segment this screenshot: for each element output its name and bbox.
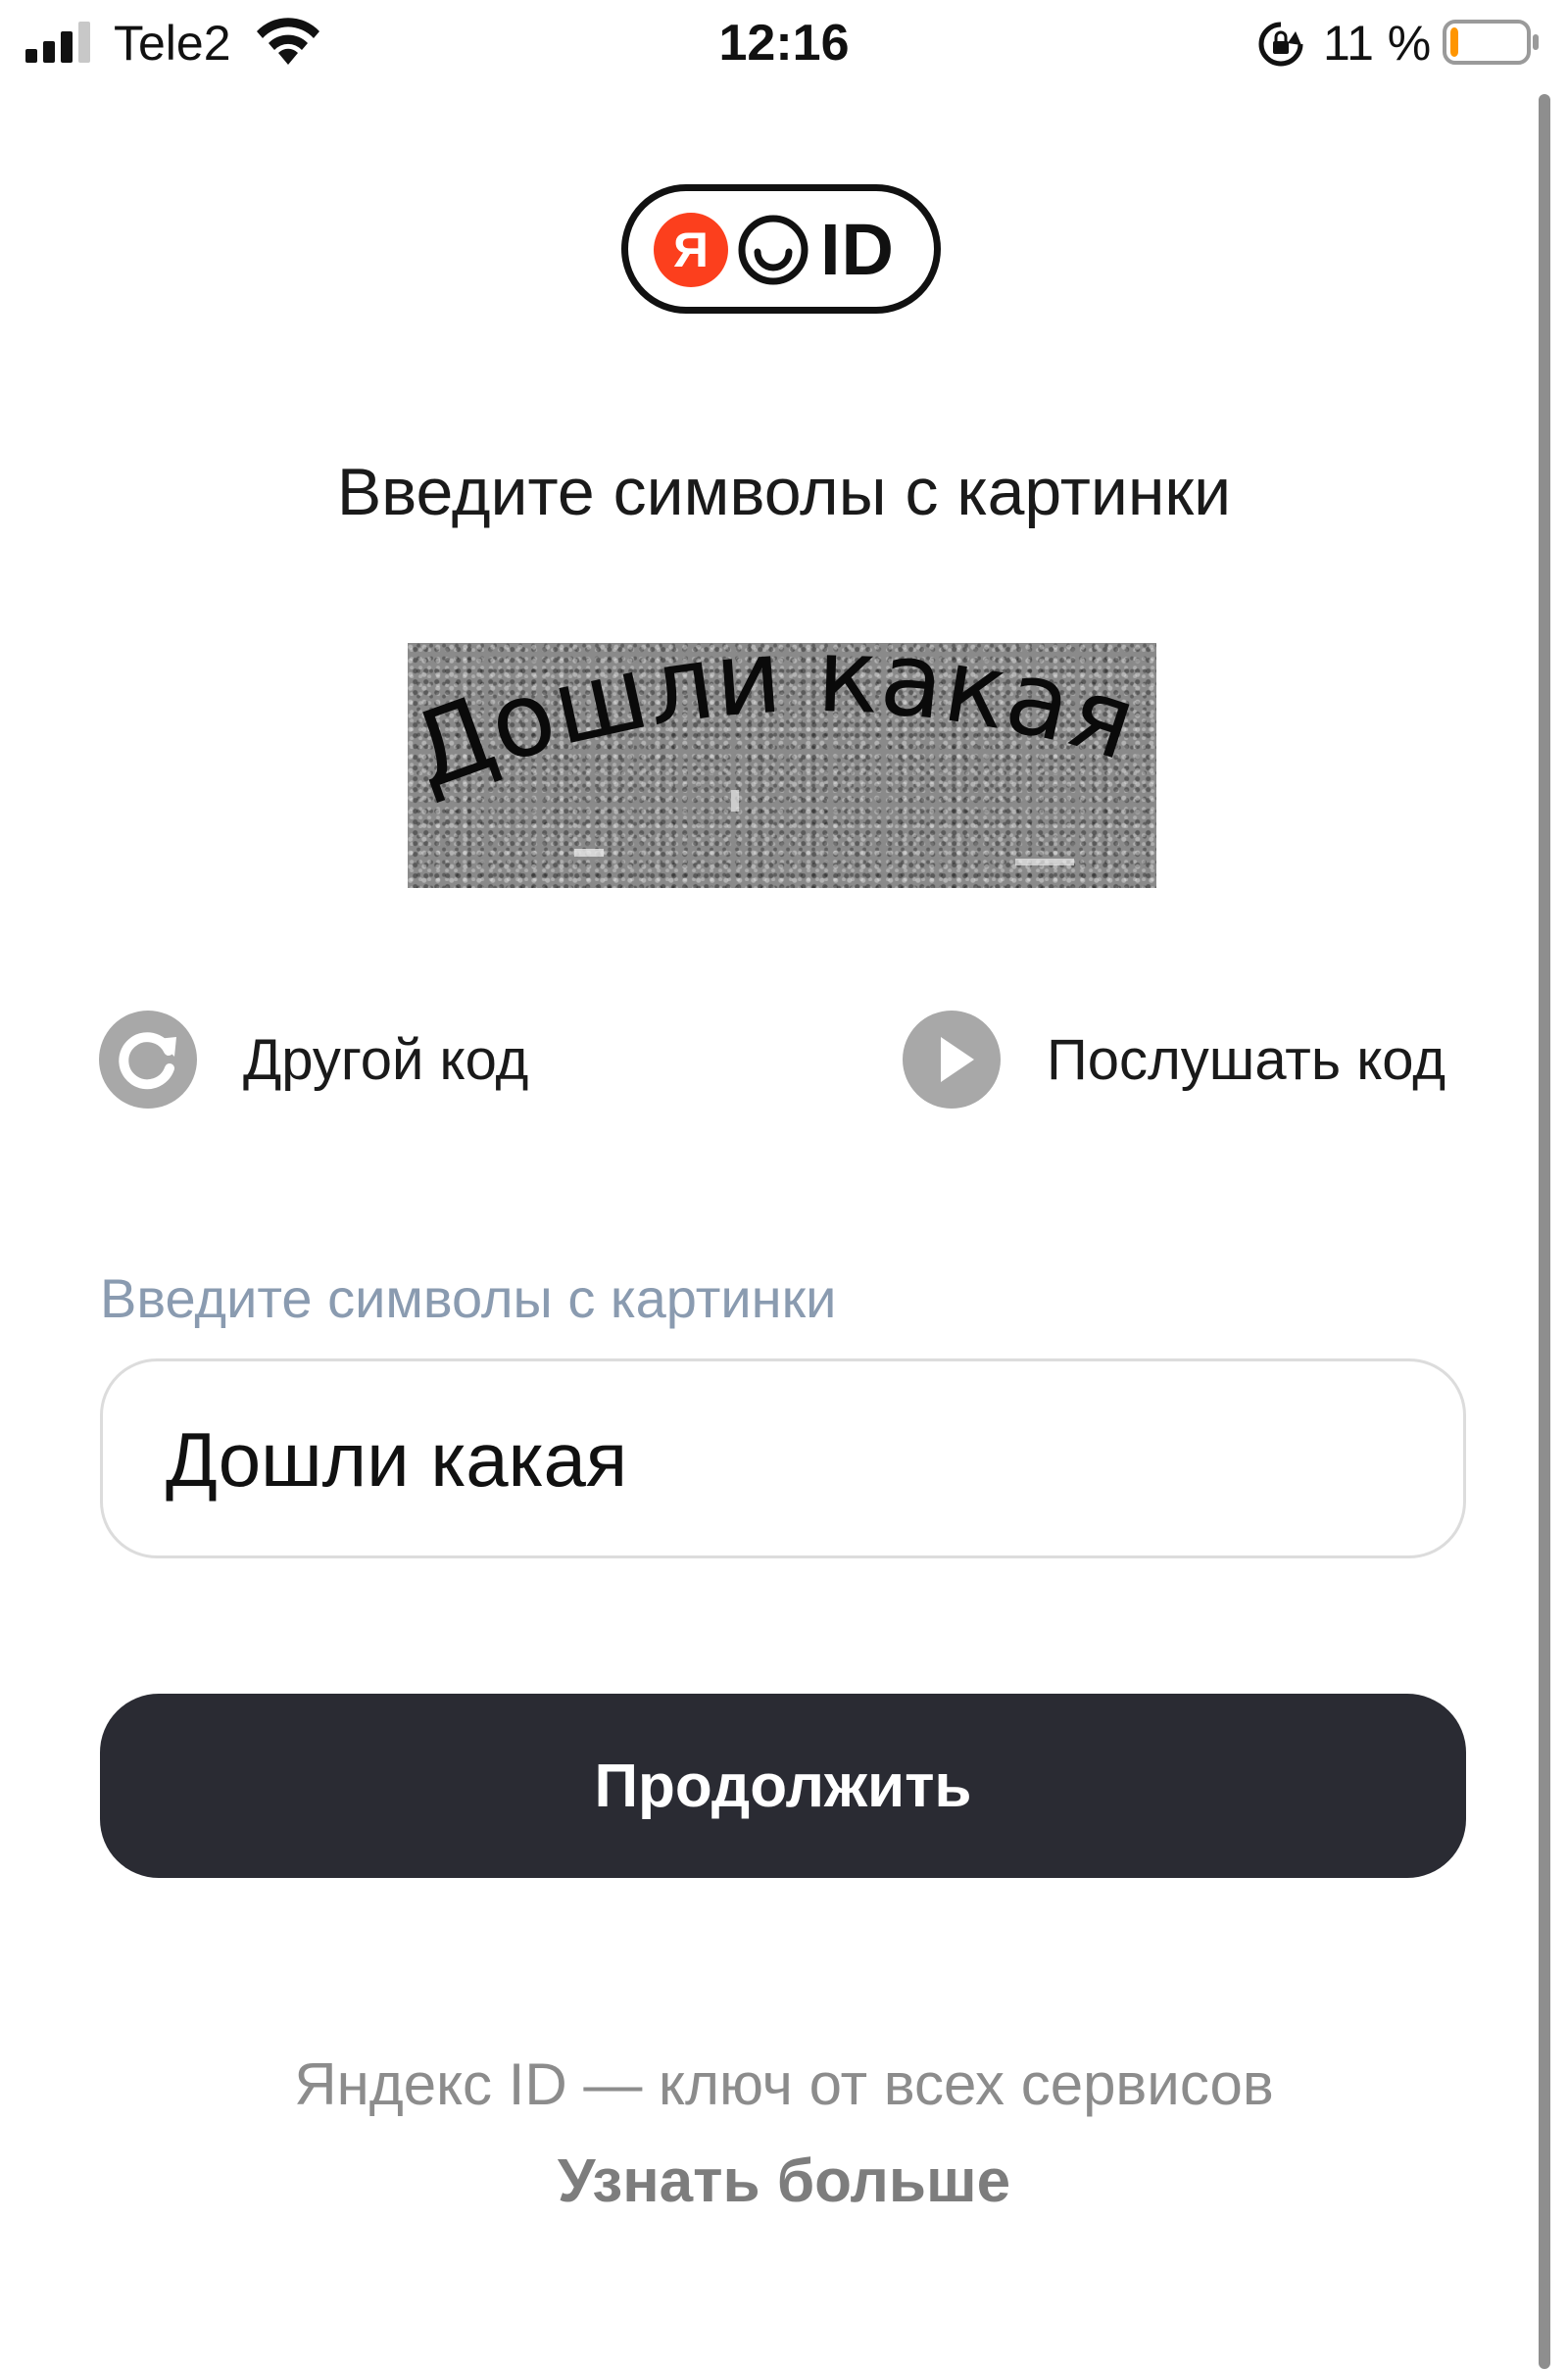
listen-captcha-button[interactable]: Послушать код xyxy=(902,1006,1480,1113)
battery-icon xyxy=(1443,20,1539,65)
captcha-image: Дошли какая xyxy=(408,643,1156,888)
captcha-text: Дошли какая xyxy=(408,643,1150,813)
reload-captcha-label: Другой код xyxy=(243,1028,529,1092)
yandex-id-logo: Я ID xyxy=(621,184,941,314)
learn-more-link[interactable]: Узнать больше xyxy=(0,2145,1568,2219)
captcha-graphic: Дошли какая xyxy=(408,643,1150,865)
listen-captcha-label: Послушать код xyxy=(1047,1028,1446,1092)
captcha-field-label: Введите символы с картинки xyxy=(100,1267,837,1329)
logo-id-text: ID xyxy=(820,209,895,290)
status-bar: Tele2 12:16 11 % xyxy=(0,0,1568,88)
smile-icon xyxy=(738,215,808,285)
battery-percent: 11 % xyxy=(1323,16,1432,71)
play-icon xyxy=(903,1011,1001,1109)
captcha-input[interactable] xyxy=(166,1401,1400,1518)
page-title: Введите символы с картинки xyxy=(336,455,1232,529)
footer-tagline: Яндекс ID — ключ от всех сервисов xyxy=(294,2051,1274,2117)
reload-captcha-button[interactable]: Другой код xyxy=(98,1006,608,1113)
refresh-icon xyxy=(99,1011,197,1109)
orientation-lock-icon xyxy=(1258,22,1303,67)
captcha-input-container[interactable] xyxy=(100,1358,1466,1558)
yandex-logo-icon: Я xyxy=(654,213,728,287)
scrollbar[interactable] xyxy=(1539,94,1550,2369)
continue-button[interactable]: Продолжить xyxy=(100,1694,1466,1878)
